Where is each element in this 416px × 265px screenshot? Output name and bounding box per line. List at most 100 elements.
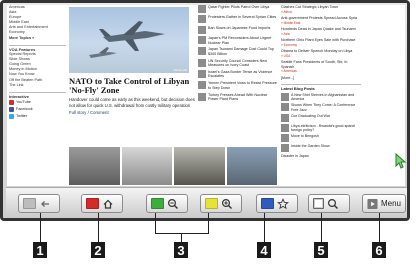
callout-bracket bbox=[155, 226, 209, 234]
list-item[interactable]: Hundreds Dead in Japan Quake and Tsunami… bbox=[281, 27, 361, 36]
blog-title: Shows When They Come: A Conference Free … bbox=[291, 103, 356, 112]
menu-icon bbox=[367, 198, 378, 209]
latest-blog-title: Latest Blog Posts bbox=[281, 83, 361, 91]
news-headline: UN Security Council Considers New Measur… bbox=[208, 58, 268, 68]
web-page[interactable]: Americas Asia Europe Middle East Arts an… bbox=[7, 5, 405, 186]
photo-credit: Photo: AP bbox=[173, 67, 187, 72]
blue-swatch bbox=[261, 198, 274, 209]
home-button[interactable] bbox=[81, 194, 123, 213]
section-footer[interactable]: Disaster in Japan bbox=[281, 154, 361, 158]
list-item[interactable]: Seattle Fans Presidents of South, Stir, … bbox=[281, 60, 361, 73]
pointer-cursor-icon bbox=[395, 153, 407, 169]
story-lede: Handover could come as early as this wee… bbox=[69, 97, 195, 108]
news-thumbnail bbox=[198, 36, 206, 45]
news-headline: Israel's Gaza Border Tense as Violence E… bbox=[208, 69, 273, 79]
callout-5: 5 bbox=[314, 242, 328, 258]
callout-4: 4 bbox=[257, 242, 271, 258]
social-label: Twitter bbox=[16, 114, 28, 119]
blog-title: Inside the Garden Show bbox=[291, 143, 330, 148]
news-thumbnail bbox=[198, 5, 206, 13]
social-youtube[interactable]: YouTube bbox=[9, 99, 66, 106]
list-item[interactable]: Inside the Garden Show bbox=[281, 143, 361, 152]
social-label: Facebook bbox=[16, 107, 33, 112]
photo-thumbnail[interactable] bbox=[69, 147, 120, 185]
list-item[interactable]: Yemen President Vows to Resist Pressure … bbox=[198, 81, 278, 90]
youtube-icon bbox=[9, 100, 14, 106]
features-box: VOA Features Special Reports Slide Shows… bbox=[9, 44, 66, 88]
social-facebook[interactable]: Facebook bbox=[9, 106, 66, 113]
list-item[interactable]: Japan Tsunami Damage Cost Could Top $300… bbox=[198, 47, 278, 56]
facebook-icon bbox=[9, 107, 14, 113]
blog-thumbnail bbox=[281, 92, 289, 101]
more-link[interactable]: [More...] bbox=[281, 76, 361, 81]
callout-leader bbox=[379, 213, 380, 242]
menu-button[interactable]: Menu bbox=[362, 194, 406, 213]
browser-toolbar: Menu bbox=[6, 187, 407, 218]
news-headline: Ban Slows on Japanese Food Imports bbox=[208, 25, 271, 30]
list-item[interactable]: Japan's PM Reconsiders About Urgent Nucl… bbox=[198, 36, 278, 45]
zoom-out-button[interactable] bbox=[146, 194, 188, 213]
full-story-link[interactable]: Full story / Comment bbox=[69, 110, 195, 116]
list-item[interactable]: Obama to Deliver Speech Monday on Libya»… bbox=[281, 49, 361, 58]
green-swatch bbox=[151, 198, 164, 209]
zoom-in-icon bbox=[221, 198, 232, 209]
list-item[interactable]: A New Shirt Sleeves in Afghanistan and A… bbox=[281, 92, 361, 102]
list-item[interactable]: Our Graduating Out War bbox=[281, 113, 361, 122]
sidebar-link-more-topics[interactable]: More Topics » bbox=[9, 36, 66, 41]
list-item[interactable]: Shows When They Come: A Conference Free … bbox=[281, 103, 361, 112]
photo-thumbnail[interactable] bbox=[121, 147, 172, 185]
home-icon bbox=[103, 199, 113, 209]
left-sidebar: Americas Asia Europe Middle East Arts an… bbox=[9, 5, 66, 186]
list-item[interactable]: Clashes Cut Strategic Libyan Town» Afric… bbox=[281, 5, 361, 14]
news-headline: Protesters Gather in Several Syrian Citi… bbox=[208, 15, 277, 20]
list-item[interactable]: Anti-government Protests Spread Across S… bbox=[281, 16, 361, 25]
list-item[interactable]: Northern Ohio Plant Eyes Sale with Purch… bbox=[281, 38, 361, 47]
callout-leader bbox=[321, 213, 322, 242]
photo-thumbnail[interactable] bbox=[226, 147, 277, 185]
callout-1: 1 bbox=[33, 242, 47, 258]
list-item[interactable]: Qatar Fighter Pilots Patrol Over Libya bbox=[198, 5, 278, 13]
hero-photo-jets[interactable]: Photo: AP bbox=[69, 7, 189, 73]
back-button[interactable] bbox=[18, 194, 60, 213]
photo-strip bbox=[69, 147, 277, 185]
story-headline[interactable]: NATO to Take Control of Libyan 'No-Fly' … bbox=[69, 76, 195, 95]
search-icon bbox=[327, 198, 338, 209]
social-twitter[interactable]: Twitter bbox=[9, 113, 66, 120]
list-item[interactable]: UN Security Council Considers New Measur… bbox=[198, 58, 278, 68]
photo-thumbnail[interactable] bbox=[174, 147, 225, 185]
news-headline: Japan's PM Reconsiders About Urgent Nucl… bbox=[208, 36, 272, 45]
zoom-in-button[interactable] bbox=[200, 194, 242, 213]
fighter-jet-illustration bbox=[89, 21, 165, 58]
news-thumbnail bbox=[198, 58, 206, 67]
news-headline: Japan Tsunami Damage Cost Could Top $300… bbox=[208, 47, 274, 56]
news-thumbnail bbox=[198, 69, 206, 78]
right-column: Clashes Cut Strategic Libyan Town» Afric… bbox=[281, 5, 361, 186]
item-tag: » Middle East bbox=[281, 20, 301, 25]
twitter-icon bbox=[9, 114, 14, 120]
list-item[interactable]: Move to Bengosh bbox=[281, 134, 361, 143]
news-headline: Yemen President Vows to Resist Pressure … bbox=[208, 81, 277, 90]
list-item[interactable]: Libya ekriticism - Rwanda's good-spanel … bbox=[281, 123, 361, 133]
item-tag: » USA bbox=[281, 53, 291, 58]
list-item[interactable]: Israel's Gaza Border Tense as Violence E… bbox=[198, 69, 278, 79]
region-links: Americas Asia Europe Middle East Arts an… bbox=[9, 5, 66, 41]
social-label: YouTube bbox=[16, 100, 31, 105]
search-swatch bbox=[313, 198, 324, 209]
list-item[interactable]: Protesters Gather in Several Syrian Citi… bbox=[198, 15, 278, 24]
item-tag: » Africa bbox=[281, 9, 292, 14]
blog-thumbnail bbox=[281, 134, 289, 143]
bookmark-button[interactable] bbox=[256, 194, 298, 213]
menu-label: Menu bbox=[380, 199, 401, 208]
blog-title: Our Graduating Out War bbox=[291, 113, 331, 118]
item-text: Clashes Cut Strategic Libyan Town bbox=[281, 5, 339, 9]
blog-title: Libya ekriticism - Rwanda's good-spanel … bbox=[291, 123, 356, 132]
search-button[interactable] bbox=[308, 194, 350, 213]
list-item[interactable]: Ban Slows on Japanese Food Imports bbox=[198, 25, 278, 34]
news-thumbnail bbox=[198, 47, 206, 56]
news-thumbnail bbox=[198, 81, 206, 90]
callout-2: 2 bbox=[91, 242, 105, 258]
item-text: Hundreds Dead in Japan Quake and Tsunami bbox=[281, 27, 356, 32]
list-item[interactable]: Turkey Presses Ahead With Nuclear Power … bbox=[198, 92, 278, 102]
news-list: Qatar Fighter Pilots Patrol Over Libya P… bbox=[198, 5, 278, 145]
feature-link[interactable]: The Link bbox=[9, 83, 66, 88]
